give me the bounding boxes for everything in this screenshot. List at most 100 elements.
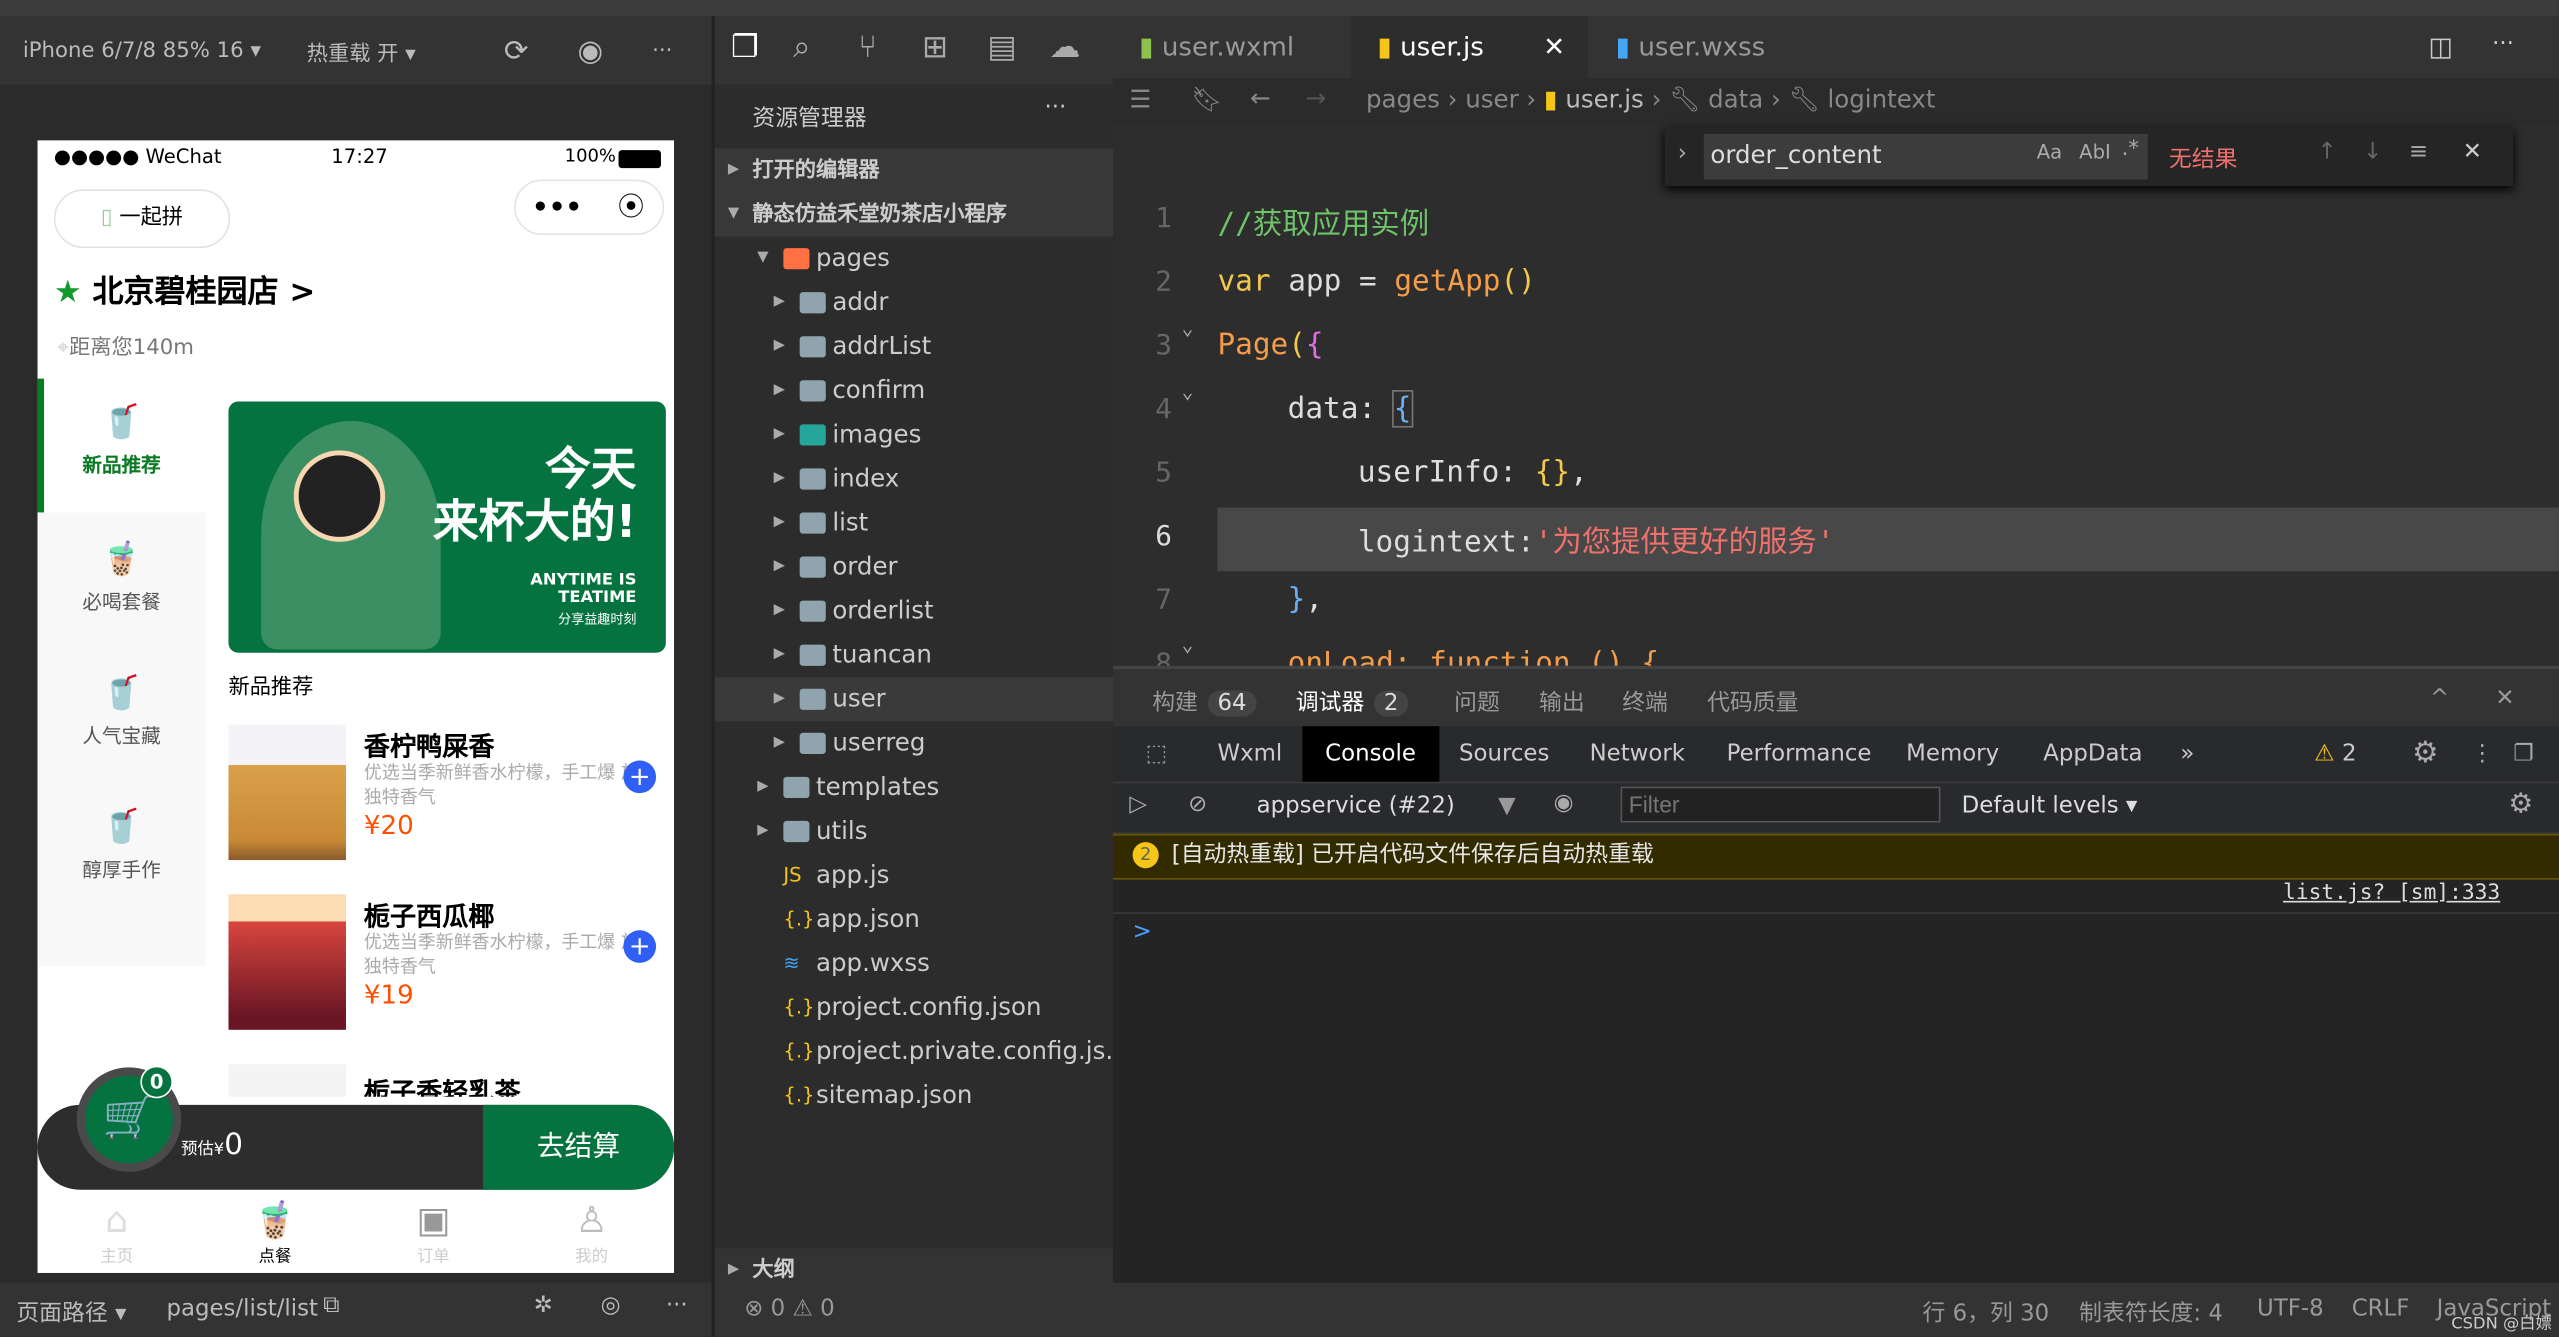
- filter-input[interactable]: [1620, 786, 1941, 823]
- tab-size[interactable]: 制表符长度: 4: [2079, 1296, 2223, 1329]
- next-match-icon[interactable]: ↓: [2363, 139, 2382, 165]
- product-item[interactable]: 栀子香轻乳茶: [228, 1064, 669, 1097]
- devtools-tab-console[interactable]: Console: [1302, 726, 1439, 782]
- group-order-button[interactable]: ▯ 一起拼: [53, 189, 231, 249]
- tab-profile[interactable]: ♙ 我的: [512, 1201, 670, 1266]
- tree-item-confirm[interactable]: ▶ confirm: [715, 369, 1113, 413]
- tab-user-wxml[interactable]: ▮ user.wxml: [1113, 16, 1351, 78]
- bug-icon[interactable]: ✲: [534, 1293, 553, 1319]
- line-ending[interactable]: CRLF: [2352, 1296, 2410, 1322]
- fold-chevron-icon[interactable]: ⌄: [1182, 633, 1194, 656]
- capsule-close-icon[interactable]: ⦿: [618, 191, 644, 222]
- message-source-link[interactable]: list.js? [sm]:333: [2283, 881, 2500, 905]
- code-editor[interactable]: 1 2 3 4 5 6 7 8 ⌄ ⌄ ⌄ //获取应用实例 var app =…: [1113, 124, 2559, 681]
- regex-button[interactable]: .*: [2122, 137, 2139, 161]
- close-find-icon[interactable]: ✕: [2463, 139, 2482, 165]
- checkout-button[interactable]: 去结算: [483, 1104, 675, 1190]
- tree-item-addr[interactable]: ▶ addr: [715, 281, 1113, 325]
- copy-icon[interactable]: ⧉: [323, 1293, 339, 1319]
- tree-item-order[interactable]: ▶ order: [715, 545, 1113, 589]
- chevron-icon[interactable]: ▶: [774, 413, 785, 457]
- sidebar-toggle-icon[interactable]: ▷: [1129, 792, 1147, 818]
- problems-indicator[interactable]: ⊗ 0 ⚠ 0: [744, 1296, 835, 1322]
- inspect-element-icon[interactable]: ⬚: [1123, 726, 1190, 781]
- panel-tab-output[interactable]: 输出: [1539, 685, 1585, 718]
- find-in-selection-icon[interactable]: ≡: [2409, 139, 2428, 165]
- add-to-cart-button[interactable]: +: [623, 930, 657, 963]
- chevron-icon[interactable]: ▶: [774, 281, 785, 325]
- log-levels-select[interactable]: Default levels ▾: [1962, 793, 2138, 819]
- breadcrumb-item[interactable]: pages: [1366, 85, 1440, 114]
- tree-item-app-wxss[interactable]: ≋ app.wxss: [715, 942, 1113, 986]
- hot-reload-select[interactable]: 热重载 开 ▾: [307, 35, 416, 66]
- bookmark-icon[interactable]: 🔖︎: [1191, 85, 1222, 114]
- refresh-icon[interactable]: ⟳: [504, 33, 529, 67]
- chevron-icon[interactable]: ▶: [774, 633, 785, 677]
- tree-item-list[interactable]: ▶ list: [715, 501, 1113, 545]
- tree-item-user[interactable]: ▶ user: [714, 677, 1114, 722]
- tree-item-pages[interactable]: ▼ pages: [715, 237, 1113, 281]
- tree-item-orderlist[interactable]: ▶ orderlist: [715, 589, 1113, 633]
- tab-user-js[interactable]: ▮ user.js ✕: [1351, 16, 1588, 79]
- split-editor-icon[interactable]: ◫: [2428, 31, 2453, 62]
- category-item-popular[interactable]: 🥤 人气宝藏: [38, 659, 206, 793]
- panel-tab-code-quality[interactable]: 代码质量: [1707, 685, 1798, 718]
- project-section[interactable]: ▼ 静态仿益禾堂奶茶店小程序: [714, 192, 1114, 237]
- tree-item-templates[interactable]: ▶ templates: [715, 765, 1113, 809]
- previous-match-icon[interactable]: ↑: [2317, 139, 2336, 165]
- panel-tab-problems[interactable]: 问题: [1454, 685, 1500, 718]
- eye-icon[interactable]: ◎: [601, 1293, 621, 1319]
- extensions-icon[interactable]: ⊞: [922, 29, 948, 65]
- tree-item-addrlist[interactable]: ▶ addrList: [715, 325, 1113, 369]
- device-select[interactable]: iPhone 6/7/8 85% 16 ▾: [23, 38, 261, 62]
- undock-icon[interactable]: ❐: [2490, 726, 2556, 781]
- fold-chevron-icon[interactable]: ⌄: [1182, 380, 1194, 403]
- breadcrumb-item[interactable]: user.js: [1565, 85, 1643, 114]
- tree-item-app-json[interactable]: {.} app.json: [715, 898, 1113, 942]
- search-icon[interactable]: ⌕: [793, 29, 810, 65]
- chevron-icon[interactable]: ▶: [774, 369, 785, 413]
- product-item[interactable]: 香柠鸭屎香 优选当季新鲜香水柠檬，手工爆 放独特香气 ¥20 +: [228, 724, 669, 872]
- product-item[interactable]: 栀子西瓜椰 优选当季新鲜香水柠檬，手工爆 放独特香气 ¥19 +: [228, 894, 669, 1041]
- chevron-icon[interactable]: ▶: [774, 545, 785, 589]
- devtools-tab-sources[interactable]: Sources: [1436, 726, 1572, 781]
- chevron-icon[interactable]: ▶: [757, 765, 768, 809]
- console-settings-icon[interactable]: ⚙: [2508, 788, 2533, 821]
- breadcrumb-item[interactable]: logintext: [1827, 85, 1935, 114]
- devtools-tab-wxml[interactable]: Wxml: [1195, 726, 1305, 781]
- toggle-replace-icon[interactable]: ›: [1678, 140, 1687, 166]
- capsule-menu[interactable]: ••• ⦿: [514, 179, 665, 236]
- files-icon[interactable]: ❐: [731, 29, 759, 65]
- close-tab-icon[interactable]: ✕: [1543, 16, 1565, 78]
- page-path-select[interactable]: 页面路径 ▾: [16, 1296, 126, 1329]
- category-item-combo[interactable]: 🧋 必喝套餐: [38, 526, 206, 660]
- more-icon[interactable]: ···: [2492, 31, 2514, 57]
- chevron-icon[interactable]: ▶: [774, 457, 785, 501]
- tree-item-sitemap-json[interactable]: {.} sitemap.json: [715, 1074, 1113, 1118]
- match-case-button[interactable]: Aa: [2037, 140, 2062, 163]
- match-word-button[interactable]: AbI: [2079, 140, 2111, 163]
- devtools-tab-memory[interactable]: Memory: [1883, 726, 2022, 781]
- maximize-panel-icon[interactable]: ^: [2430, 685, 2449, 711]
- more-icon[interactable]: ···: [652, 38, 672, 62]
- tree-item-app-js[interactable]: JS app.js: [715, 854, 1113, 898]
- tree-item-project-config-json[interactable]: {.} project.config.json: [715, 986, 1113, 1030]
- panel-tab-build[interactable]: 构建 64: [1152, 685, 1257, 718]
- warnings-counter[interactable]: ⚠ 2: [2291, 726, 2379, 781]
- tree-item-utils[interactable]: ▶ utils: [715, 809, 1113, 853]
- clear-console-icon[interactable]: ⊘: [1188, 792, 1207, 818]
- tab-home[interactable]: ⌂ 主页: [38, 1201, 196, 1266]
- category-item-handmade[interactable]: 🥤 醇厚手作: [38, 793, 206, 927]
- source-control-icon[interactable]: ⑂: [858, 29, 877, 65]
- save-icon[interactable]: ▤: [987, 29, 1016, 65]
- chevron-icon[interactable]: ▶: [774, 677, 785, 721]
- more-icon[interactable]: ···: [666, 1293, 688, 1319]
- list-icon[interactable]: ☰: [1129, 85, 1151, 114]
- close-panel-icon[interactable]: ✕: [2495, 685, 2514, 711]
- tree-item-images[interactable]: ▶ images: [715, 413, 1113, 457]
- tree-item-index[interactable]: ▶ index: [715, 457, 1113, 501]
- promo-banner[interactable]: 今天 来杯大的! ANYTIME IS TEATIME 分享益趣时刻: [228, 401, 666, 653]
- chevron-icon[interactable]: ▶: [774, 325, 785, 369]
- category-item-new[interactable]: 🥤 新品推荐: [38, 388, 206, 522]
- chevron-icon[interactable]: ▶: [757, 809, 768, 853]
